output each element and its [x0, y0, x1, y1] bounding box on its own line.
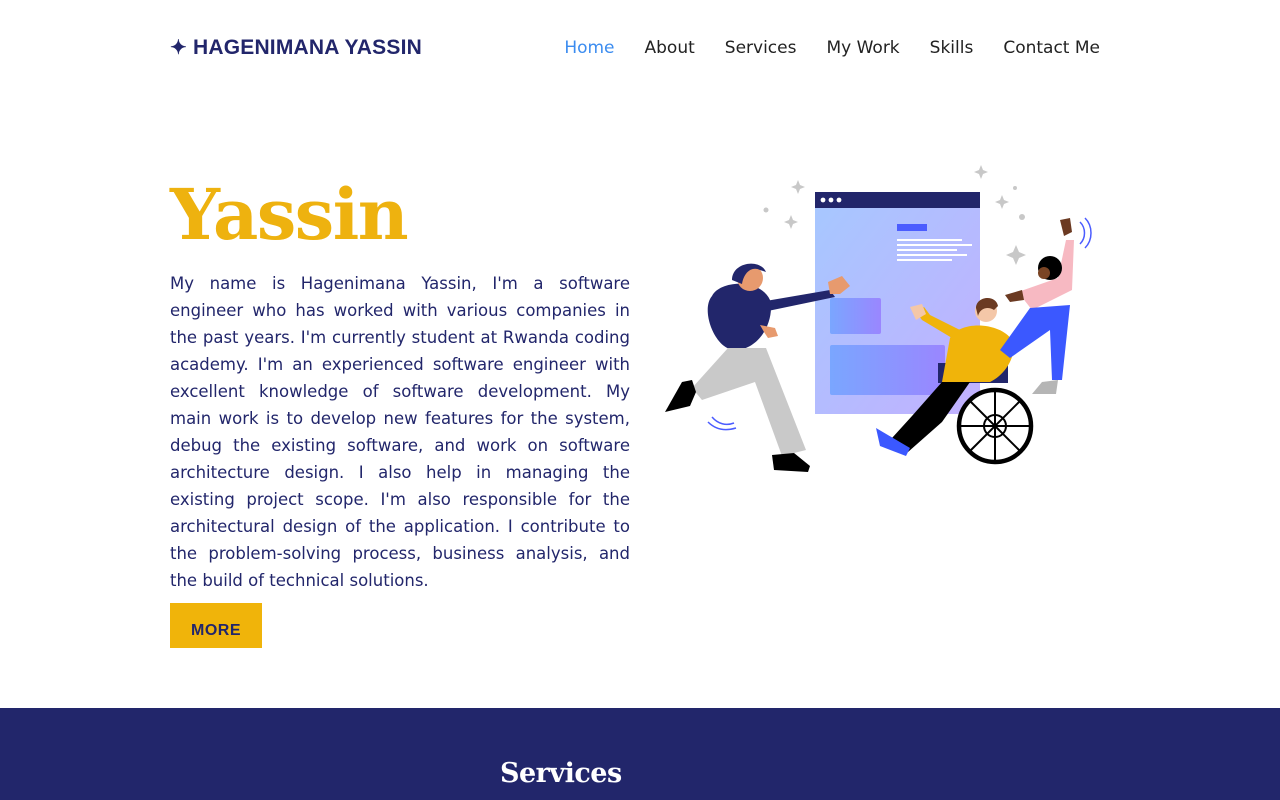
nav-item-contact-me[interactable]: Contact Me: [1003, 38, 1100, 58]
hero-name: Yassin: [170, 173, 409, 256]
nav-item-about[interactable]: About: [645, 38, 695, 58]
site-logo[interactable]: ✦ HAGENIMANA YASSIN: [170, 36, 422, 60]
celebrating-person-figure: [1000, 217, 1092, 394]
nav-menu: Home About Services My Work Skills Conta…: [564, 38, 1100, 58]
logo-text: HAGENIMANA YASSIN: [192, 36, 422, 59]
services-title: Services: [500, 758, 622, 789]
more-button[interactable]: MORE: [170, 603, 262, 648]
services-section: Services: [0, 708, 1280, 800]
nav-item-skills[interactable]: Skills: [930, 38, 974, 58]
hero-bio: My name is Hagenimana Yassin, I'm a soft…: [170, 274, 630, 590]
nav-item-services[interactable]: Services: [725, 38, 797, 58]
nav-item-home[interactable]: Home: [564, 38, 614, 58]
navbar: ✦ HAGENIMANA YASSIN Home About Services …: [0, 0, 1280, 100]
nav-item-my-work[interactable]: My Work: [826, 38, 899, 58]
sparkle-icon: ✦: [170, 37, 187, 59]
hero-illustration: [665, 165, 1092, 472]
